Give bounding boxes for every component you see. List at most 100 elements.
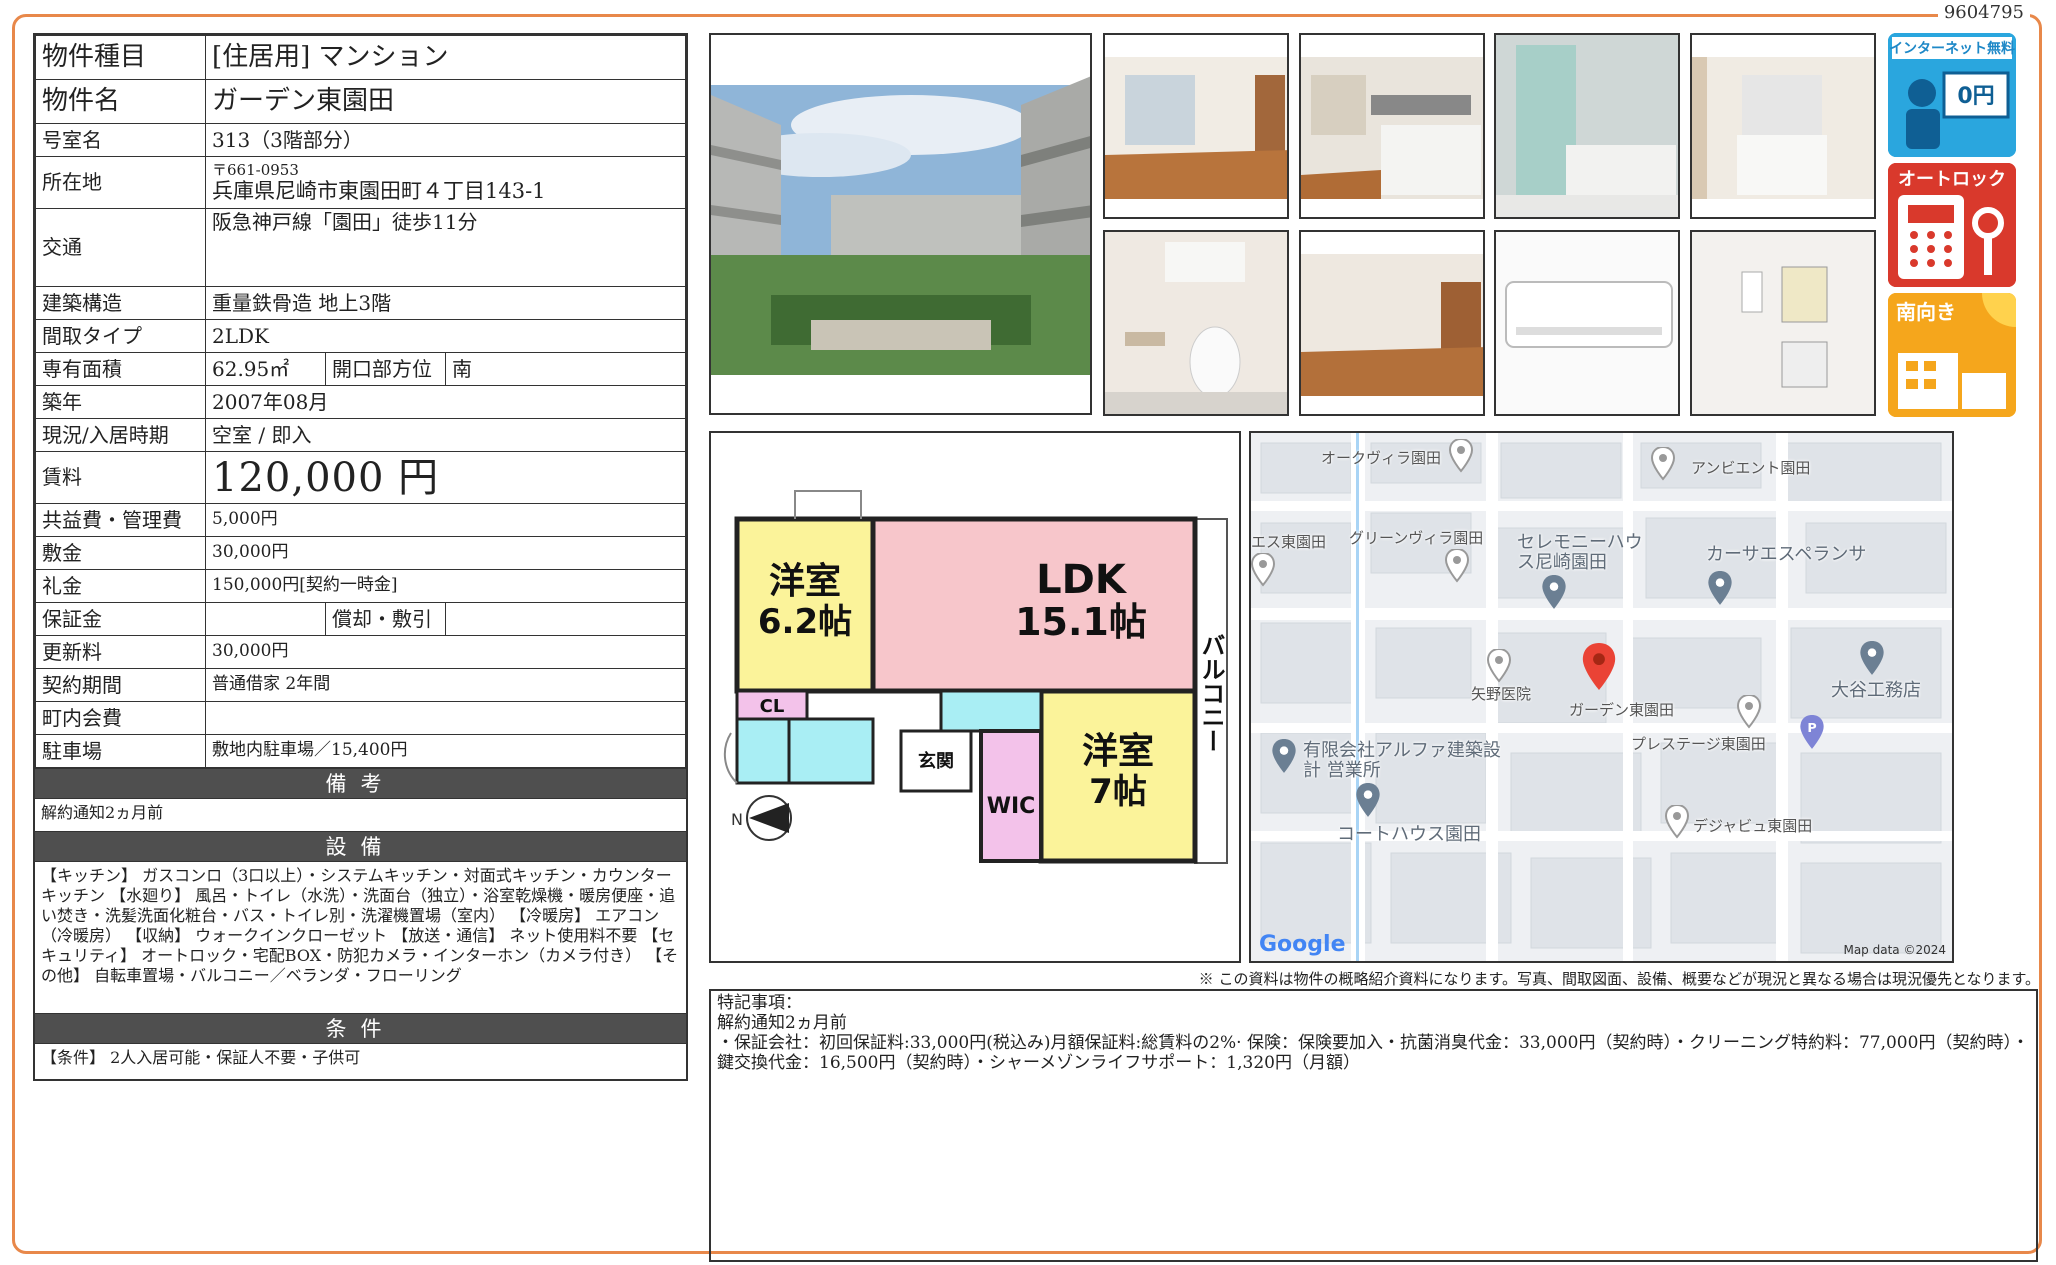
location-pin-icon [1582,643,1616,691]
map-pin-icon [1860,641,1884,675]
map-label-12: デジャビュ東園田 [1693,817,1813,835]
map-pin-icon [1542,575,1566,609]
status-label: 現況/入居時期 [35,418,206,452]
special-remarks: 特記事項： 解約通知2ヵ月前 ・保証会社：初回保証料:33,000円(税込み)月… [709,989,2038,1262]
deposit-label: 敷金 [35,536,206,570]
status-value: 空室 / 即入 [205,418,686,452]
room2-size: 7帖 [1089,772,1147,812]
south-facing-title: 南向き [1896,300,1956,324]
contract-label: 契約期間 [35,668,206,702]
location-map[interactable]: オークヴィラ園田 アンビエント園田 エス東園田 グリーンヴィラ園田 セレモニーハ… [1249,431,1954,963]
entrance-label: 玄関 [918,750,954,772]
keymoney-label: 礼金 [35,569,206,603]
internet-free-title: インターネット無料 [1889,40,2015,57]
map-pin-icon [1251,553,1275,587]
map-label-11: コートハウス園田 [1337,824,1481,845]
name-value: ガーデン東園田 [205,79,686,124]
address-value: 兵庫県尼崎市東園田町４丁目143-1 [212,178,546,203]
address-label: 所在地 [35,156,206,209]
ldk-label: LDK [1036,557,1128,603]
internet-price: 0円 [1957,84,1994,109]
equipment-text: 【キッチン】 ガスコンロ（3口以上）・システムキッチン・対面式キッチン・カウンタ… [35,861,686,1013]
map-label-5: カーサエスペランサ [1706,544,1867,565]
south-facing-badge: 南向き [1888,293,2016,417]
photo-bathroom[interactable] [1494,33,1680,219]
map-pin-icon [1665,805,1689,839]
photo-living-room[interactable] [1103,33,1289,219]
map-label-1: アンビエント園田 [1691,459,1811,477]
google-logo: Google [1259,932,1346,957]
equipment-heading: 設備 [35,831,686,861]
guarantee-label: 保証金 [35,602,206,636]
rent-value: 120,000 円 [205,451,686,504]
map-label-2: エス東園田 [1251,533,1327,551]
photo-intercom-image [1692,232,1874,414]
photo-kitchen-image [1301,35,1483,217]
notes-text: 解約通知2ヵ月前 [35,798,686,831]
north-label: N [731,810,743,829]
photo-air-conditioner[interactable] [1494,230,1680,416]
exterior-photo-image [711,35,1090,413]
town-fee-label: 町内会費 [35,701,206,735]
map-pin-icon [1356,783,1380,817]
map-pin-icon [1737,695,1761,729]
photo-washroom[interactable] [1690,33,1876,219]
map-pin-icon [1487,649,1511,683]
direction-label: 開口部方位 [325,352,446,386]
keymoney-value: 150,000円[契約一時金] [205,569,686,603]
map-pin-icon [1445,549,1469,583]
svg-text:P: P [1807,720,1816,735]
photo-washroom-image [1692,35,1874,217]
photo-toilet[interactable] [1103,230,1289,416]
property-info-table: 物件種目 [住居用] マンション 物件名 ガーデン東園田 号室名 313（3階部… [33,33,688,1081]
structure-value: 重量鉄骨造 地上3階 [205,286,686,320]
ldk-size: 15.1帖 [1015,600,1147,644]
room1-label: 洋室 [769,561,841,602]
internet-free-badge: インターネット無料 0円 [1888,33,2016,157]
balcony-label: バルコニー [1197,633,1225,753]
property-id: 9604795 [1937,2,2030,23]
structure-label: 建築構造 [35,286,206,320]
address-cell: 〒661-0953 兵庫県尼崎市東園田町４丁目143-1 [205,156,686,209]
exterior-photo[interactable] [709,33,1092,415]
area-value: 62.95㎡ [205,352,326,386]
photo-intercom[interactable] [1690,230,1876,416]
photo-bedroom[interactable] [1299,230,1485,416]
closet-label: CL [760,696,785,717]
autolock-badge: オートロック [1888,163,2016,287]
layout-label: 間取タイプ [35,319,206,353]
internet-free-icon: インターネット無料 0円 [1888,33,2016,157]
renewal-label: 更新料 [35,635,206,669]
map-label-4: セレモニーハウス尼崎園田 [1517,532,1643,573]
photo-kitchen[interactable] [1299,33,1485,219]
map-pin-icon [1708,571,1732,605]
map-pin-icon [1449,439,1473,473]
photo-air-conditioner-image [1496,232,1678,414]
town-fee-value [205,701,686,735]
built-value: 2007年08月 [205,385,686,419]
map-label-0: オークヴィラ園田 [1321,449,1442,467]
amort-value [445,602,686,636]
area-label: 専有面積 [35,352,206,386]
guarantee-value [205,602,326,636]
amort-label: 償却・敷引 [325,602,446,636]
map-data-credit: Map data ©2024 [1843,943,1946,957]
rent-label: 賃料 [35,451,206,504]
photo-bedroom-image [1301,232,1483,414]
contract-value: 普通借家 2年間 [205,668,686,702]
photo-living-room-image [1105,35,1287,217]
autolock-icon: オートロック [1888,163,2016,287]
photo-bathroom-image [1496,35,1678,217]
renewal-value: 30,000円 [205,635,686,669]
layout-value: 2LDK [205,319,686,353]
map-label-3: グリーンヴィラ園田 [1349,529,1484,547]
name-label: 物件名 [35,79,206,124]
room-value: 313（3階部分） [205,123,686,157]
notes-heading: 備考 [35,768,686,798]
type-label: 物件種目 [35,35,206,80]
direction-value: 南 [445,352,686,386]
parking-icon: P [1800,715,1824,749]
floorplan-drawing: 洋室 6.2帖 LDK 15.1帖 洋室 7帖 CL 玄関 WIC バルコニー … [723,490,1228,864]
parking-label: 駐車場 [35,734,206,768]
room1-size: 6.2帖 [758,602,852,642]
